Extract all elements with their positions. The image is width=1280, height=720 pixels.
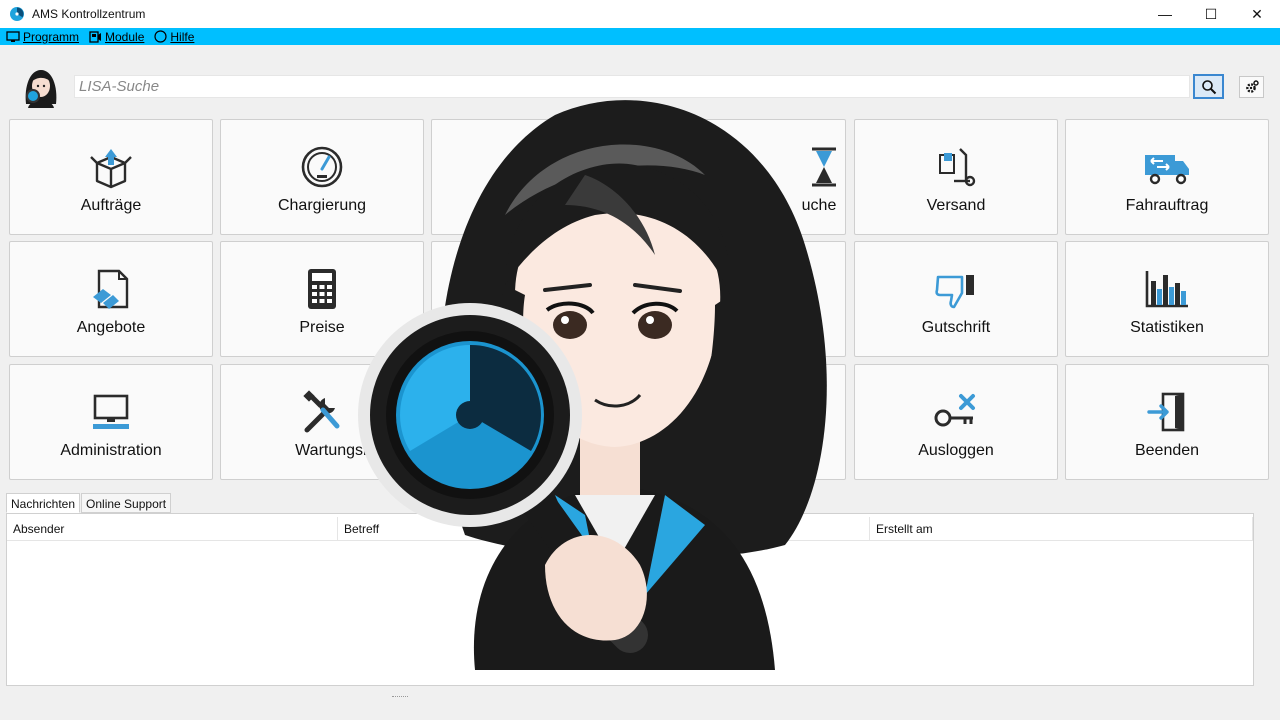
tile-label-gutschrift: Gutschrift	[921, 319, 991, 336]
lisa-search-input[interactable]	[74, 75, 1190, 98]
help-icon	[154, 30, 167, 43]
tile-label-beenden: Beenden	[1134, 442, 1200, 459]
tile-label-suche: uche	[801, 197, 837, 214]
lisa-avatar-icon	[25, 70, 57, 108]
gauge-icon	[301, 146, 343, 188]
table-header: Absender Betreff Erstellt am	[7, 517, 1253, 541]
menu-label-programm: Programm	[23, 29, 80, 44]
tile-leer-3[interactable]	[642, 241, 846, 357]
tile-administration[interactable]: Administration	[9, 364, 213, 480]
gear-icon	[1245, 80, 1259, 93]
minimize-button[interactable]: —	[1142, 0, 1188, 28]
column-absender[interactable]: Absender	[7, 517, 338, 541]
column-betreff[interactable]: Betreff	[338, 517, 870, 541]
tile-label-angebote: Angebote	[76, 319, 146, 336]
computer-icon	[93, 394, 129, 429]
menu-label-module: Module	[105, 29, 145, 44]
menu-hilfe[interactable]: Hilfe	[154, 30, 194, 44]
tile-label-preise: Preise	[299, 319, 345, 336]
tile-chargierung[interactable]: Chargierung	[220, 119, 424, 235]
tile-label-versand: Versand	[926, 197, 986, 214]
tile-leer-5[interactable]	[642, 364, 846, 480]
tile-label-statistiken: Statistiken	[1130, 319, 1204, 336]
tile-angebote[interactable]: Angebote	[9, 241, 213, 357]
app-logo-icon	[10, 7, 24, 21]
hourglass-icon	[812, 147, 836, 187]
tile-wartungsbuch[interactable]: Wartungsbuc	[220, 364, 424, 480]
title-bar: AMS Kontrollzentrum — ☐ ✕	[0, 0, 1280, 28]
messages-table: Absender Betreff Erstellt am	[6, 513, 1254, 686]
close-button[interactable]: ✕	[1234, 0, 1280, 28]
tile-suche[interactable]: uche	[642, 119, 846, 235]
column-erstellt-am[interactable]: Erstellt am	[870, 517, 1253, 541]
tile-versand[interactable]: Versand	[854, 119, 1058, 235]
key-icon	[934, 394, 975, 427]
menu-module[interactable]: Module	[89, 30, 144, 44]
tools-icon	[303, 390, 340, 433]
tile-preise[interactable]: Preise	[220, 241, 424, 357]
maximize-button[interactable]: ☐	[1188, 0, 1234, 28]
module-icon	[89, 30, 102, 43]
splitter-grip[interactable]	[392, 696, 408, 698]
exit-door-icon	[1147, 392, 1185, 432]
bar-chart-icon	[1145, 271, 1188, 308]
search-button[interactable]	[1193, 74, 1224, 99]
tile-label-fahrauftrag: Fahrauftrag	[1125, 197, 1209, 214]
truck-icon	[1145, 155, 1189, 185]
tile-gutschrift[interactable]: Gutschrift	[854, 241, 1058, 357]
tile-leer-2[interactable]	[431, 241, 635, 357]
message-tabs: Nachrichten Online Support	[6, 493, 172, 513]
tile-fahrauftrag[interactable]: Fahrauftrag	[1065, 119, 1269, 235]
tab-online-support[interactable]: Online Support	[81, 493, 172, 513]
tab-nachrichten[interactable]: Nachrichten	[6, 493, 81, 513]
tile-label-administration: Administration	[60, 442, 162, 459]
settings-button[interactable]	[1239, 76, 1264, 98]
thumbs-down-icon	[935, 275, 974, 309]
scrollbar-area	[1254, 513, 1274, 686]
tile-auftraege[interactable]: Aufträge	[9, 119, 213, 235]
calculator-icon	[308, 269, 336, 309]
menu-programm[interactable]: Programm	[6, 30, 79, 44]
tile-label-chargierung: Chargierung	[277, 197, 367, 214]
menu-bar: Programm Module Hilfe	[0, 28, 1280, 45]
tile-beenden[interactable]: Beenden	[1065, 364, 1269, 480]
status-bar	[0, 688, 1280, 720]
menu-label-hilfe: Hilfe	[170, 29, 195, 44]
tile-label-wartungsbuch: Wartungsbuc	[295, 442, 389, 459]
tile-label-ausloggen: Ausloggen	[918, 442, 994, 459]
hand-truck-icon	[939, 148, 976, 187]
tile-label-auftraege: Aufträge	[80, 197, 142, 214]
tile-leer-1[interactable]	[431, 119, 635, 235]
tile-leer-4[interactable]	[431, 364, 635, 480]
box-icon	[90, 149, 132, 189]
tile-statistiken[interactable]: Statistiken	[1065, 241, 1269, 357]
tile-ausloggen[interactable]: Ausloggen	[854, 364, 1058, 480]
document-icon	[93, 269, 129, 309]
window-title: AMS Kontrollzentrum	[32, 7, 146, 21]
search-icon	[1201, 79, 1216, 94]
monitor-icon	[6, 30, 20, 42]
